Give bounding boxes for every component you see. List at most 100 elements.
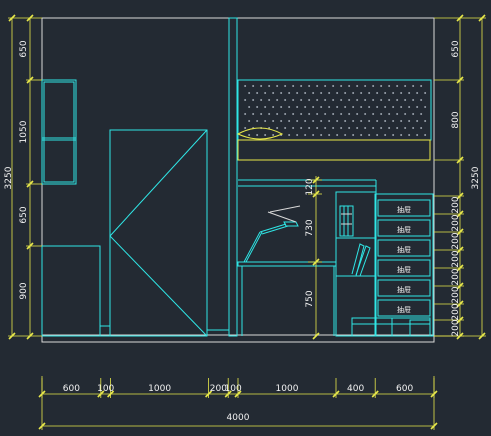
upper-wall-cabinet — [41, 79, 77, 185]
mattress-dot — [264, 134, 267, 136]
mattress-dot — [272, 120, 275, 122]
mattress-dot — [420, 113, 423, 115]
mattress-dot — [252, 85, 255, 87]
mattress-dot — [276, 85, 279, 87]
mattress-dot — [400, 120, 403, 122]
mattress-dot — [368, 92, 371, 94]
mattress-dot — [384, 120, 387, 122]
books — [339, 205, 371, 277]
mattress-dot — [324, 85, 327, 87]
mattress-dot — [276, 99, 279, 101]
mattress-dot — [264, 106, 267, 108]
low-cabinet-left — [41, 245, 101, 337]
left-dim-4: 900 — [19, 282, 29, 299]
mattress-dot — [324, 99, 327, 101]
mattress-dot — [312, 106, 315, 108]
mattress-dot — [404, 99, 407, 101]
mattress-dot — [296, 92, 299, 94]
drawer-dim-label: 200 — [451, 250, 461, 267]
mattress-dot — [396, 127, 399, 129]
drawer-dim-label: 200 — [451, 286, 461, 303]
bottom-dim-label: 1000 — [276, 384, 299, 394]
drawer-dim-label: 200 — [451, 268, 461, 285]
mattress-dot — [348, 113, 351, 115]
mattress-dot — [248, 106, 251, 108]
mattress-dot — [328, 120, 331, 122]
mattress-dot — [380, 113, 383, 115]
mattress-dot — [292, 113, 295, 115]
mattress-dot — [404, 127, 407, 129]
mattress-dot — [268, 99, 271, 101]
mattress-dot — [244, 99, 247, 101]
mattress-dot — [364, 113, 367, 115]
inner-dim-730: 730 — [305, 219, 315, 236]
mattress-dot — [372, 113, 375, 115]
mattress-dot — [260, 113, 263, 115]
mattress-dot — [352, 106, 355, 108]
mattress-dot — [416, 120, 419, 122]
mattress-dot — [316, 85, 319, 87]
bottom-dim-label: 100 — [97, 384, 114, 394]
mattress-dot — [244, 127, 247, 129]
mattress-dot — [308, 127, 311, 129]
mattress-dot — [292, 99, 295, 101]
mattress-dot — [392, 106, 395, 108]
drawer-stack: 抽屉抽屉抽屉抽屉抽屉抽屉 — [374, 193, 434, 337]
mattress-dot — [420, 99, 423, 101]
mattress-dot — [356, 113, 359, 115]
mattress-dot — [340, 113, 343, 115]
mattress-dot — [376, 92, 379, 94]
mattress-dot — [248, 134, 251, 136]
mattress-dot — [308, 113, 311, 115]
mattress-dot — [292, 85, 295, 87]
bottom-total-label: 4000 — [227, 413, 250, 423]
mattress-dot — [280, 120, 283, 122]
mattress-dot — [272, 92, 275, 94]
mattress-dot — [336, 92, 339, 94]
mattress-dot — [352, 92, 355, 94]
mattress-dot — [424, 134, 427, 136]
bottom-dim-label: 1000 — [148, 384, 171, 394]
mattress-dot — [392, 134, 395, 136]
door-swing-lines — [109, 129, 208, 337]
mattress-dot — [244, 113, 247, 115]
mattress-dot — [400, 106, 403, 108]
mattress-dot — [336, 134, 339, 136]
drawer-label: 抽屉 — [397, 245, 411, 254]
mattress-dot — [272, 134, 275, 136]
mattress-dot — [396, 99, 399, 101]
mattress-dot — [384, 92, 387, 94]
mattress-dot — [372, 99, 375, 101]
inner-dim-120: 120 — [305, 178, 315, 195]
mattress-dot — [348, 85, 351, 87]
mattress-dot — [376, 134, 379, 136]
mattress-dot — [412, 127, 415, 129]
mattress-dot — [348, 99, 351, 101]
mattress-dot — [380, 99, 383, 101]
bottom-dim-label: 100 — [225, 384, 242, 394]
drawer-label: 抽屉 — [397, 205, 411, 214]
mattress-dot — [424, 106, 427, 108]
mattress-dot — [284, 127, 287, 129]
mattress-dot — [344, 134, 347, 136]
left-dim-1: 650 — [19, 40, 29, 57]
mattress-dot — [324, 127, 327, 129]
left-total-label: 3250 — [4, 166, 14, 189]
mattress-dot — [316, 127, 319, 129]
mattress-dot — [424, 92, 427, 94]
mattress-dot — [360, 120, 363, 122]
mattress-dot — [288, 134, 291, 136]
desk-lamp — [243, 205, 301, 263]
right-dim-upper-1: 650 — [451, 40, 461, 57]
left-dim-3: 650 — [19, 206, 29, 223]
bottom-dimensions: 4000 600 100 1000 200100 1000 400 600 — [38, 376, 438, 430]
mattress-dot — [408, 120, 411, 122]
mattress-dot — [372, 127, 375, 129]
drawer-label: 抽屉 — [397, 305, 411, 314]
mattress-dot — [340, 127, 343, 129]
mattress-dot — [328, 106, 331, 108]
mattress-dot — [256, 120, 259, 122]
mattress-dot — [284, 99, 287, 101]
mattress-dot — [308, 99, 311, 101]
mattress-dot — [276, 113, 279, 115]
